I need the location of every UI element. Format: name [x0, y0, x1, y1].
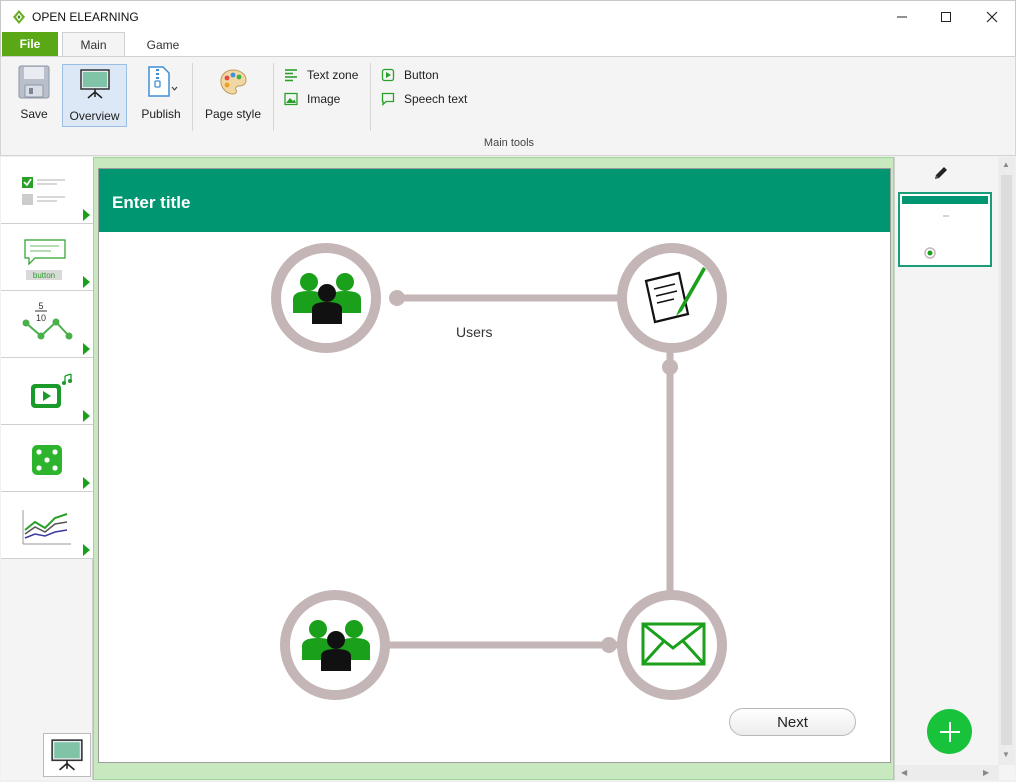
app-logo-icon [13, 10, 25, 24]
sidebar-button-caption: button [33, 271, 55, 280]
sidebar-item-video[interactable] [1, 358, 93, 425]
expand-arrow-icon[interactable] [83, 209, 90, 221]
vertical-scrollbar[interactable]: ▲ ▼ [998, 157, 1015, 765]
tab-file[interactable]: File [2, 32, 58, 56]
zip-file-icon [148, 66, 178, 97]
checklist-icon [22, 177, 65, 205]
speech-text-label: Speech text [404, 92, 468, 106]
next-button[interactable]: Next [729, 708, 856, 736]
save-icon [18, 65, 50, 99]
speech-text-tool[interactable]: Speech text [381, 90, 467, 108]
minimize-button[interactable] [879, 1, 925, 33]
users-node[interactable] [271, 243, 381, 353]
text-zone-label: Text zone [307, 68, 359, 82]
envelope-icon [641, 622, 706, 666]
save-button[interactable]: Save [9, 63, 59, 127]
plus-icon [939, 721, 960, 742]
expand-arrow-icon[interactable] [83, 544, 90, 556]
presentation-board-icon [79, 69, 110, 99]
dice-icon [32, 445, 62, 475]
fraction-numerator: 5 [38, 301, 43, 311]
slides-panel: ▲ ▼ ◀ ▶ [894, 157, 1015, 780]
publish-label: Publish [141, 107, 181, 121]
video-music-icon [31, 373, 72, 408]
sidebar-item-fraction-graph[interactable]: 5 10 [1, 291, 93, 358]
users-label: Users [456, 324, 493, 340]
image-icon [284, 92, 298, 106]
connector-dot [389, 290, 405, 306]
button-tool-label: Button [404, 68, 439, 82]
add-slide-button[interactable] [927, 709, 972, 754]
overview-thumbnail[interactable] [43, 733, 91, 777]
publish-button[interactable]: Publish [133, 63, 189, 127]
sidebar-item-dice[interactable] [1, 425, 93, 492]
scroll-up-icon[interactable]: ▲ [1002, 160, 1010, 169]
close-button[interactable] [969, 1, 1015, 33]
text-lines-icon [285, 69, 297, 82]
ribbon-separator [273, 63, 274, 131]
scroll-down-icon[interactable]: ▼ [1002, 750, 1010, 759]
horizontal-scrollbar[interactable]: ◀ ▶ [895, 765, 999, 780]
connector-dot [662, 359, 678, 375]
maximize-button[interactable] [923, 1, 969, 33]
slide-workspace: Enter title Users Next [93, 157, 894, 780]
overview-button[interactable]: Overview [62, 64, 127, 127]
image-label: Image [307, 92, 341, 106]
tab-main[interactable]: Main [62, 32, 125, 57]
play-button-icon [381, 68, 395, 82]
page-style-button[interactable]: Page style [199, 63, 267, 127]
thumbnail-preview [924, 215, 949, 259]
minimize-icon [897, 16, 907, 18]
template-sidebar: button 5 10 [1, 157, 93, 780]
sidebar-item-checklist[interactable] [1, 157, 93, 224]
slide-thumbnail[interactable] [898, 192, 992, 267]
expand-arrow-icon[interactable] [83, 477, 90, 489]
document-node[interactable] [617, 243, 727, 353]
fraction-denominator: 10 [36, 313, 46, 323]
sidebar-item-speech-button[interactable]: button [1, 224, 93, 291]
expand-arrow-icon[interactable] [83, 343, 90, 355]
scroll-right-icon[interactable]: ▶ [983, 768, 989, 777]
close-icon [986, 11, 998, 23]
ribbon-separator [192, 63, 193, 131]
save-label: Save [20, 107, 48, 121]
email-node[interactable] [617, 590, 727, 700]
page-style-label: Page style [204, 107, 262, 121]
expand-arrow-icon[interactable] [83, 276, 90, 288]
speech-button-icon: button [24, 239, 66, 280]
users-node[interactable] [280, 590, 390, 700]
window-title: OPEN ELEARNING [32, 10, 139, 24]
overview-label: Overview [69, 109, 120, 123]
speech-bubble-icon [381, 92, 395, 106]
ribbon-separator [370, 63, 371, 131]
sidebar-item-line-chart[interactable] [1, 492, 93, 559]
image-button[interactable]: Image [284, 90, 340, 108]
line-chart-icon [22, 510, 71, 545]
pencil-icon[interactable] [933, 165, 949, 181]
fraction-graph-icon: 5 10 [22, 301, 73, 340]
ribbon: Save Overview Publish Page style Text zo… [0, 56, 1016, 156]
scrollbar-thumb[interactable] [1001, 175, 1012, 745]
palette-icon [220, 69, 247, 95]
title-bar: OPEN ELEARNING [0, 0, 1016, 32]
text-zone-button[interactable]: Text zone [284, 66, 358, 84]
maximize-icon [941, 12, 951, 22]
button-tool[interactable]: Button [381, 66, 439, 84]
connector-dot [601, 637, 617, 653]
diagram [271, 243, 727, 700]
ribbon-tabs: File Main Game [0, 32, 1016, 57]
slide-canvas[interactable]: Enter title Users Next [98, 168, 891, 763]
tab-game[interactable]: Game [135, 32, 191, 57]
presentation-board-icon [51, 739, 83, 771]
ribbon-group-label: Main tools [483, 137, 535, 149]
expand-arrow-icon[interactable] [83, 410, 90, 422]
scroll-left-icon[interactable]: ◀ [901, 768, 907, 777]
